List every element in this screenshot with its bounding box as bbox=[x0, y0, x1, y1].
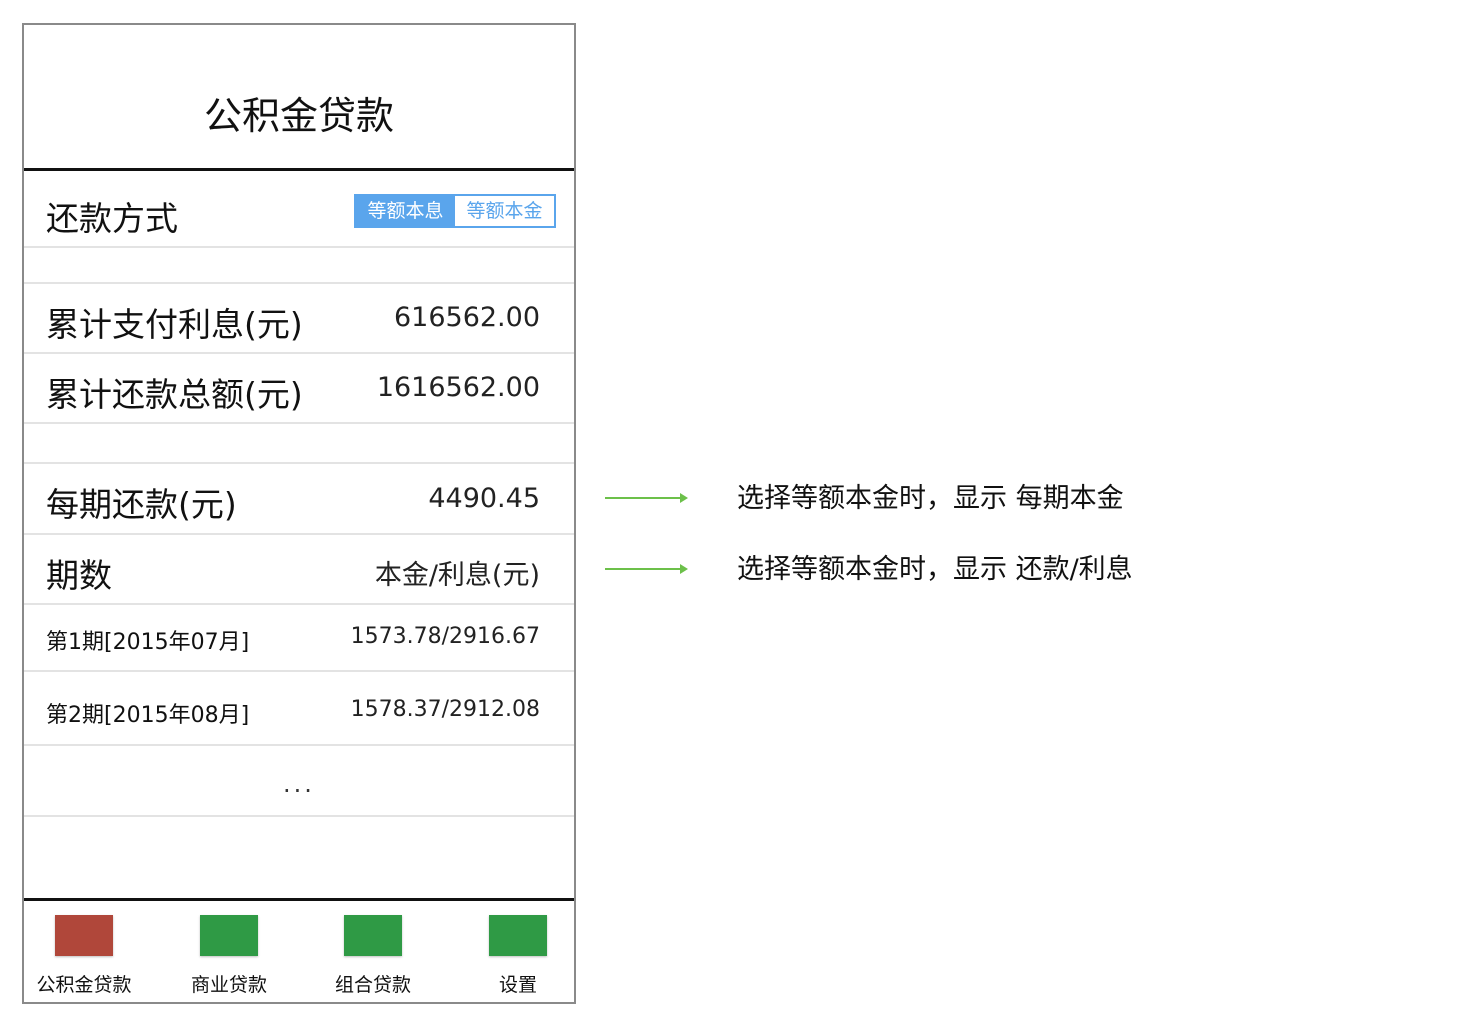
navigation-bar: 公积金贷款 bbox=[24, 25, 574, 171]
per-period-repayment-label: 每期还款(元) bbox=[46, 485, 237, 524]
phone-frame: 公积金贷款 还款方式 等额本息 等额本金 累计支付利息(元) 616562.00… bbox=[22, 23, 576, 1004]
repayment-method-segmented-control[interactable]: 等额本息 等额本金 bbox=[354, 194, 556, 228]
more-rows-indicator: ... bbox=[24, 746, 574, 817]
schedule-amount: 1578.37/2912.08 bbox=[350, 697, 540, 722]
repayment-method-row: 还款方式 等额本息 等额本金 bbox=[24, 177, 574, 248]
total-repayment-value: 1616562.00 bbox=[376, 372, 540, 403]
repayment-method-label: 还款方式 bbox=[46, 199, 178, 238]
schedule-header-label: 期数 bbox=[46, 556, 112, 595]
annotation-repayment-interest: 选择等额本金时，显示 还款/利息 bbox=[737, 554, 1133, 585]
tab-label: 组合贷款 bbox=[334, 974, 411, 996]
tab-commercial-loan[interactable]: 商业贷款 bbox=[169, 901, 289, 1001]
per-period-repayment-value: 4490.45 bbox=[428, 483, 540, 514]
spacer-row bbox=[24, 424, 574, 464]
annotation-arrow-1 bbox=[605, 493, 688, 503]
tab-provident-fund-loan[interactable]: 公积金贷款 bbox=[24, 901, 144, 1001]
combined-loan-icon bbox=[344, 915, 402, 956]
per-period-repayment-row: 每期还款(元) 4490.45 bbox=[24, 464, 574, 535]
total-repayment-label: 累计还款总额(元) bbox=[46, 375, 303, 414]
total-interest-value: 616562.00 bbox=[393, 302, 540, 333]
annotation-arrow-2 bbox=[605, 564, 688, 574]
schedule-row: 第2期[2015年08月] 1578.37/2912.08 bbox=[24, 672, 574, 746]
schedule-header-value: 本金/利息(元) bbox=[374, 560, 540, 591]
page-title: 公积金贷款 bbox=[203, 94, 394, 138]
schedule-period: 第2期[2015年08月] bbox=[46, 703, 250, 728]
tab-bar: 公积金贷款 商业贷款 组合贷款 设置 bbox=[24, 898, 574, 1002]
tab-combined-loan[interactable]: 组合贷款 bbox=[313, 901, 433, 1001]
schedule-amount: 1573.78/2916.67 bbox=[350, 624, 540, 649]
ellipsis-text: ... bbox=[283, 770, 315, 798]
segment-equal-principal[interactable]: 等额本金 bbox=[455, 196, 554, 226]
tab-label: 商业贷款 bbox=[190, 974, 267, 996]
commercial-loan-icon bbox=[200, 915, 258, 956]
segment-equal-installment[interactable]: 等额本息 bbox=[356, 196, 455, 226]
settings-icon bbox=[489, 915, 547, 956]
tab-label: 公积金贷款 bbox=[36, 974, 132, 996]
schedule-period: 第1期[2015年07月] bbox=[46, 630, 250, 655]
spacer-row bbox=[24, 248, 574, 284]
tab-label: 设置 bbox=[498, 974, 537, 996]
total-interest-label: 累计支付利息(元) bbox=[46, 305, 303, 344]
schedule-row: 第1期[2015年07月] 1573.78/2916.67 bbox=[24, 605, 574, 672]
schedule-header-row: 期数 本金/利息(元) bbox=[24, 535, 574, 605]
total-interest-row: 累计支付利息(元) 616562.00 bbox=[24, 284, 574, 354]
annotation-per-period-principal: 选择等额本金时，显示 每期本金 bbox=[737, 483, 1124, 514]
tab-settings[interactable]: 设置 bbox=[458, 901, 578, 1001]
total-repayment-row: 累计还款总额(元) 1616562.00 bbox=[24, 354, 574, 424]
loan-fund-icon bbox=[55, 915, 113, 956]
